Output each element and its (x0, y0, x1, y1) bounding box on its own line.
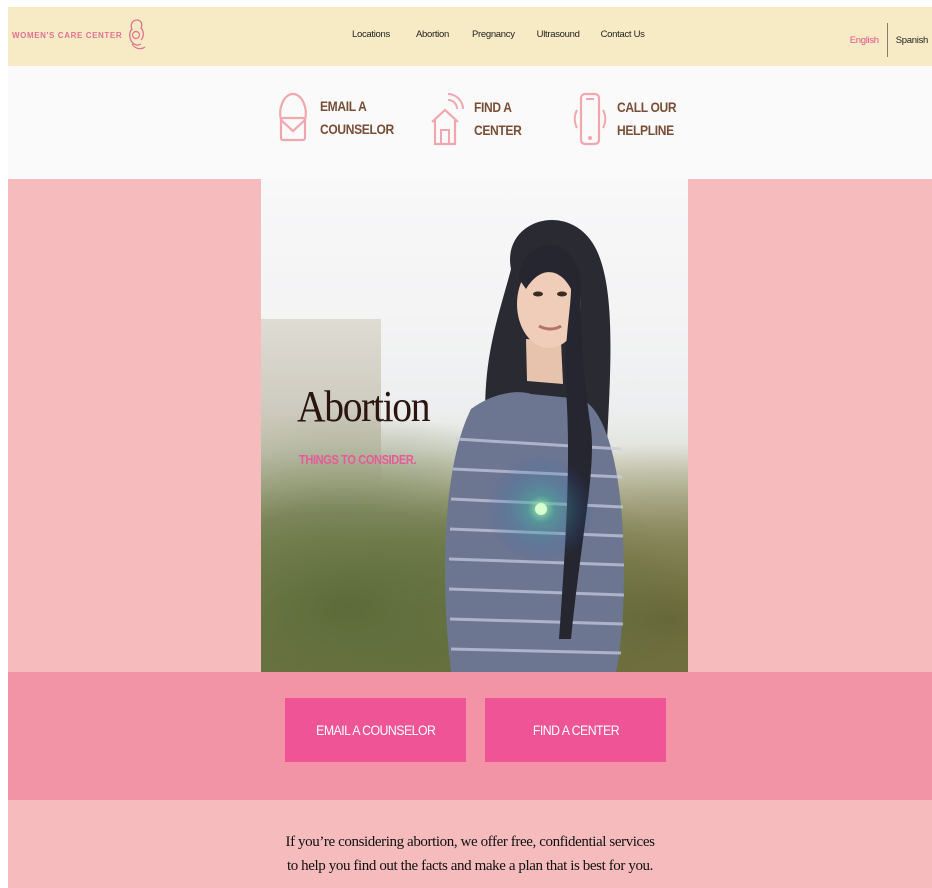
intro-section: If you’re considering abortion, we offer… (8, 800, 932, 888)
call-helpline-action[interactable]: CALL OUR HELPLINE (573, 90, 686, 148)
find-center-line2: CENTER (474, 122, 522, 138)
email-counselor-button[interactable]: EMAIL A COUNSELOR (285, 698, 466, 762)
phone-icon (573, 92, 607, 146)
language-spanish[interactable]: Spanish (896, 35, 929, 46)
main-nav: Locations Abortion Pregnancy Ultrasound … (352, 29, 645, 40)
email-counselor-line1: EMAIL A (320, 98, 367, 114)
mother-child-logo-icon (129, 19, 146, 50)
intro-text: If you’re considering abortion, we offer… (8, 830, 932, 878)
email-counselor-action[interactable]: EMAIL A COUNSELOR (276, 90, 406, 146)
email-counselor-icon (279, 92, 307, 142)
find-center-line1: FIND A (474, 99, 512, 115)
hero-title: Abortion (297, 382, 431, 431)
email-counselor-line2: COUNSELOR (320, 121, 394, 137)
hero-subtitle: THINGS TO CONSIDER. (299, 453, 417, 467)
woman-portrait-image (445, 220, 625, 672)
find-center-action[interactable]: FIND A CENTER (428, 90, 529, 148)
nav-abortion[interactable]: Abortion (416, 29, 449, 40)
nav-ultrasound[interactable]: Ultrasound (537, 29, 580, 40)
call-helpline-line2: HELPLINE (617, 122, 674, 138)
language-english[interactable]: English (850, 35, 879, 46)
logo-link[interactable]: WOMEN'S CARE CENTER (12, 15, 148, 55)
language-divider (886, 23, 888, 57)
nav-contact-us[interactable]: Contact Us (601, 29, 645, 40)
site-header: WOMEN'S CARE CENTER Locations Abortion P… (8, 7, 932, 66)
find-center-button[interactable]: FIND A CENTER (485, 698, 666, 762)
email-counselor-button-label: EMAIL A COUNSELOR (315, 722, 436, 738)
intro-line1: If you’re considering abortion, we offer… (285, 834, 655, 850)
nav-pregnancy[interactable]: Pregnancy (472, 29, 515, 40)
page: WOMEN'S CARE CENTER Locations Abortion P… (8, 7, 932, 888)
call-helpline-line1: CALL OUR (617, 99, 677, 115)
logo-text: WOMEN'S CARE CENTER (12, 30, 123, 40)
email-counselor-label: EMAIL A COUNSELOR (320, 95, 394, 141)
house-icon (431, 93, 464, 146)
nav-locations[interactable]: Locations (352, 29, 390, 40)
cta-band: EMAIL A COUNSELOR FIND A CENTER (8, 672, 932, 800)
quick-actions: EMAIL A COUNSELOR FIND A CENTER CALL OUR… (8, 66, 932, 179)
find-center-label: FIND A CENTER (474, 96, 522, 142)
intro-line2: to help you find out the facts and make … (286, 858, 654, 874)
call-helpline-label: CALL OUR HELPLINE (617, 96, 677, 142)
hero-section: Abortion THINGS TO CONSIDER. (8, 179, 932, 672)
find-center-button-label: FIND A CENTER (532, 722, 619, 738)
language-switcher: English Spanish (850, 23, 928, 57)
